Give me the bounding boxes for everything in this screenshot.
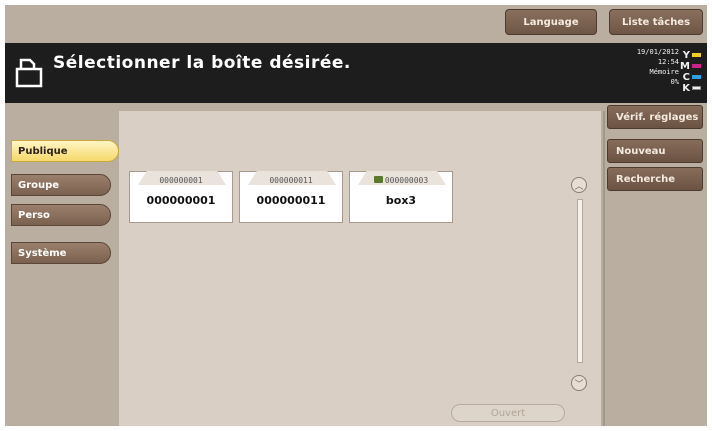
chevron-down-icon: ﹀ (574, 379, 584, 390)
box-number: 000000011 (269, 176, 313, 185)
ink-letter-c: C (682, 72, 690, 83)
box-item[interactable]: 000000003 box3 (349, 171, 453, 223)
box-number-row: 000000003 (350, 176, 452, 185)
open-button[interactable]: Ouvert (451, 404, 565, 422)
divider (603, 111, 605, 426)
ink-letter-y: Y (682, 50, 690, 61)
ink-letter-k: K (682, 83, 690, 94)
tab-publique[interactable]: Publique (11, 140, 119, 162)
box-name: 000000011 (256, 194, 326, 207)
scroll-down-button[interactable]: ﹀ (571, 375, 587, 391)
status-memory-value: 0% (670, 78, 679, 86)
lock-icon (373, 176, 383, 183)
box-item[interactable]: 000000001 000000001 (129, 171, 233, 223)
box-list-panel: 000000001 000000001 000000011 000000011 … (119, 111, 601, 426)
job-list-button[interactable]: Liste tâches (609, 9, 703, 35)
tab-perso[interactable]: Perso (11, 204, 111, 226)
status-memory-label: Mémoire (649, 68, 679, 76)
status-time: 12:54 (657, 58, 679, 66)
tab-groupe[interactable]: Groupe (11, 174, 111, 196)
status-date: 19/01/2012 (636, 48, 679, 56)
box-number: 000000001 (159, 176, 203, 185)
ink-level-black (692, 86, 701, 90)
box-name: box3 (385, 194, 417, 207)
device-screen: Language Liste tâches Sélectionner la bo… (5, 5, 707, 426)
box-name: 000000001 (146, 194, 216, 207)
search-button[interactable]: Recherche (607, 167, 703, 191)
header-bar: Sélectionner la boîte désirée. 19/01/201… (5, 43, 707, 103)
box-item[interactable]: 000000011 000000011 (239, 171, 343, 223)
user-box-icon (15, 58, 43, 88)
check-settings-button[interactable]: Vérif. réglages (607, 105, 703, 129)
page-title: Sélectionner la boîte désirée. (53, 53, 351, 73)
ink-level-yellow (692, 53, 701, 57)
ink-letter-m: M (680, 61, 690, 72)
ink-level-cyan (692, 75, 701, 79)
ink-level-magenta (692, 64, 701, 68)
language-button[interactable]: Language (505, 9, 597, 35)
scrollbar-track[interactable] (577, 199, 583, 363)
box-number: 000000003 (384, 176, 429, 185)
scroll-up-button[interactable]: ︿ (571, 177, 587, 193)
chevron-up-icon: ︿ (574, 181, 584, 192)
tab-systeme[interactable]: Système (11, 242, 111, 264)
new-box-button[interactable]: Nouveau (607, 139, 703, 163)
status-panel: 19/01/2012 12:54 Mémoire 0% Y M C K (611, 46, 701, 100)
